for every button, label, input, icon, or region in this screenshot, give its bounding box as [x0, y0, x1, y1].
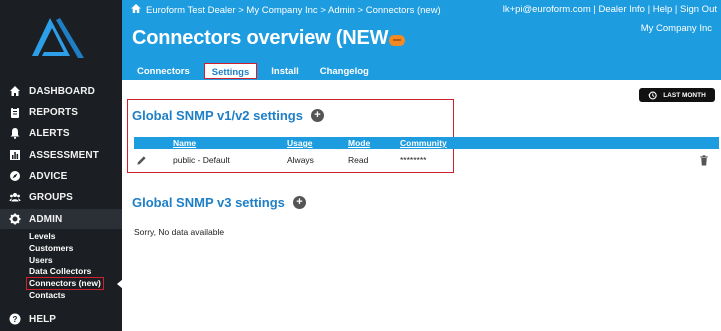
tab-connectors[interactable]: Connectors — [130, 63, 197, 79]
table-row: public - Default Always Read ******** — [134, 151, 719, 169]
snmp-v3-title-text: Global SNMP v3 settings — [132, 195, 285, 210]
page-title: Connectors overview (NEW — [132, 27, 406, 50]
user-email-link[interactable]: lk+pi@euroform.com — [503, 4, 591, 15]
sidebar-sub-contacts[interactable]: Contacts — [29, 290, 65, 301]
sidebar-item-dashboard[interactable]: DASHBOARD — [0, 81, 122, 101]
sidebar-sub-data-collectors[interactable]: Data Collectors — [29, 266, 91, 277]
cell-usage: Always — [287, 155, 314, 165]
page-title-text: Connectors overview (NEW — [132, 27, 389, 49]
sidebar-sub-connectors-new[interactable]: Connectors (new) — [26, 277, 104, 290]
tab-install[interactable]: Install — [264, 63, 305, 79]
bell-icon — [8, 126, 22, 140]
trash-icon[interactable] — [699, 153, 709, 171]
home-icon[interactable] — [131, 4, 141, 16]
dealer-info-link[interactable]: Dealer Info — [599, 4, 645, 15]
sidebar-sub-customers[interactable]: Customers — [29, 243, 73, 254]
breadcrumb[interactable]: Euroform Test Dealer > My Company Inc > … — [131, 4, 441, 16]
bar-chart-icon — [8, 148, 22, 162]
sidebar-sub-users[interactable]: Users — [29, 255, 53, 266]
snmp-v3-section-title: Global SNMP v3 settings + — [132, 195, 306, 210]
history-icon — [648, 91, 657, 100]
app-window: DASHBOARD REPORTS ALERTS ASSESSMENT ADVI… — [0, 0, 721, 331]
sidebar-item-assessment[interactable]: ASSESSMENT — [0, 145, 122, 165]
sidebar-item-label: ASSESSMENT — [29, 149, 99, 161]
column-header-usage[interactable]: Usage — [287, 137, 313, 149]
cell-name: public - Default — [173, 155, 230, 165]
sidebar-item-label: HELP — [29, 313, 57, 325]
snmp-v12-title-text: Global SNMP v1/v2 settings — [132, 108, 303, 123]
sidebar-item-label: DASHBOARD — [29, 85, 95, 97]
help-link[interactable]: Help — [653, 4, 673, 15]
breadcrumb-text[interactable]: Euroform Test Dealer > My Company Inc > … — [146, 5, 441, 16]
question-icon: ? — [8, 312, 22, 326]
cell-mode: Read — [348, 155, 369, 165]
sidebar-sub-levels[interactable]: Levels — [29, 231, 55, 242]
sidebar-item-label: ADVICE — [29, 170, 68, 182]
home-icon — [8, 84, 22, 98]
sidebar-item-label: GROUPS — [29, 191, 73, 203]
add-snmp-v12-button[interactable]: + — [310, 109, 324, 122]
separator: | — [674, 4, 678, 15]
snmp-v12-section-title: Global SNMP v1/v2 settings + — [132, 108, 324, 123]
sidebar-item-label: ALERTS — [29, 127, 70, 139]
add-snmp-v3-button[interactable]: + — [292, 196, 306, 209]
sign-out-link[interactable]: Sign Out — [680, 4, 717, 15]
table-header: Name Usage Mode Community — [134, 137, 719, 149]
page-header: Euroform Test Dealer > My Company Inc > … — [122, 0, 721, 80]
tab-changelog[interactable]: Changelog — [313, 63, 376, 79]
sidebar: DASHBOARD REPORTS ALERTS ASSESSMENT ADVI… — [0, 0, 123, 331]
last-month-label: LAST MONTH — [663, 91, 706, 99]
sidebar-item-admin[interactable]: ADMIN — [0, 209, 122, 229]
sidebar-item-help[interactable]: ? HELP — [0, 309, 122, 329]
sidebar-item-groups[interactable]: GROUPS — [0, 187, 122, 207]
main-content: LAST MONTH Global SNMP v1/v2 settings + … — [122, 80, 721, 331]
gear-icon — [8, 212, 22, 226]
no-data-message: Sorry, No data available — [134, 227, 225, 237]
sidebar-item-label: REPORTS — [29, 106, 79, 118]
user-links: lk+pi@euroform.com | Dealer Info | Help … — [503, 4, 717, 15]
column-header-name[interactable]: Name — [173, 137, 196, 149]
svg-text:?: ? — [13, 315, 18, 324]
column-header-community[interactable]: Community — [400, 137, 447, 149]
tab-settings[interactable]: Settings — [203, 63, 258, 79]
cell-community: ******** — [400, 155, 427, 165]
compass-icon — [8, 169, 22, 183]
logo-icon[interactable] — [30, 16, 86, 62]
last-month-button[interactable]: LAST MONTH — [639, 88, 715, 102]
group-icon — [8, 190, 22, 204]
sidebar-item-reports[interactable]: REPORTS — [0, 102, 122, 122]
separator: | — [647, 4, 651, 15]
new-badge-icon — [389, 34, 406, 46]
company-name: My Company Inc — [640, 23, 712, 34]
sidebar-item-advice[interactable]: ADVICE — [0, 166, 122, 186]
column-header-mode[interactable]: Mode — [348, 137, 370, 149]
tab-bar: Connectors Settings Install Changelog — [130, 63, 383, 79]
sidebar-item-label: ADMIN — [29, 213, 63, 225]
sidebar-item-alerts[interactable]: ALERTS — [0, 123, 122, 143]
separator: | — [593, 4, 596, 15]
clipboard-icon — [8, 105, 22, 119]
pencil-icon[interactable] — [136, 153, 147, 171]
